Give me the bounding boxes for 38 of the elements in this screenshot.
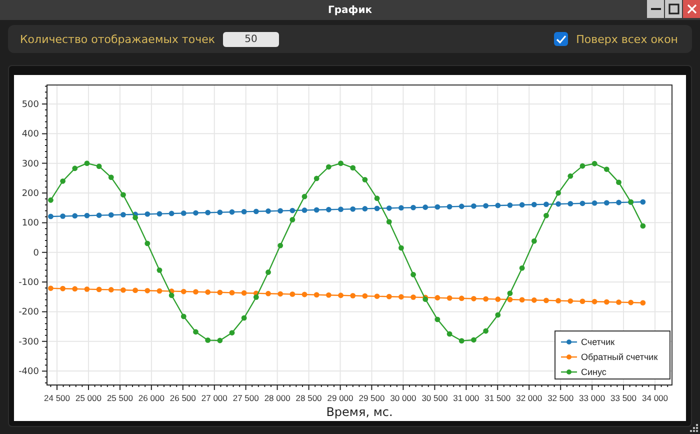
y-tick-label: -300 <box>18 337 39 348</box>
legend-label: Счетчик <box>581 337 615 347</box>
y-tick-label: 300 <box>22 159 39 170</box>
y-tick-label: -400 <box>18 367 39 378</box>
y-tick-label: 400 <box>22 130 39 140</box>
y-tick-label: -100 <box>18 278 39 288</box>
x-tick-label: 28 000 <box>264 393 290 403</box>
x-tick-label: 33 500 <box>610 393 637 403</box>
x-tick-label: 32 500 <box>548 393 574 403</box>
x-tick-label: 32 000 <box>516 393 542 403</box>
x-tick-label: 33 000 <box>579 393 606 403</box>
x-tick-label: 27 500 <box>232 393 259 403</box>
x-tick-label: 30 000 <box>390 393 416 403</box>
x-tick-label: 29 500 <box>358 393 385 403</box>
x-tick-label: 28 500 <box>296 393 322 403</box>
x-tick-label: 25 000 <box>75 393 102 403</box>
x-tick-label: 30 500 <box>422 393 448 403</box>
legend-label: Синус <box>581 367 606 377</box>
legend-label: Обратный счетчик <box>581 352 658 362</box>
x-tick-label: 31 000 <box>453 393 480 403</box>
y-tick-label: 500 <box>22 100 39 110</box>
x-tick-label: 31 500 <box>484 393 511 403</box>
y-tick-label: 100 <box>22 218 39 229</box>
x-tick-label: 29 000 <box>327 393 354 403</box>
points-input[interactable]: 50 <box>222 32 279 46</box>
y-tick-label: -200 <box>18 308 39 318</box>
topmost-label: Поверх всех окон <box>576 32 678 46</box>
points-label: Количество отображаемых точек <box>20 32 215 46</box>
window-title: График <box>328 4 372 16</box>
x-tick-label: 25 500 <box>106 393 133 403</box>
y-tick-label: 0 <box>33 248 39 258</box>
x-tick-label: 26 500 <box>170 393 196 403</box>
x-tick-label: 27 000 <box>201 393 228 403</box>
x-tick-label: 34 000 <box>642 393 668 403</box>
x-tick-label: 24 500 <box>44 393 70 403</box>
x-tick-label: 26 000 <box>138 393 164 403</box>
y-tick-label: 200 <box>22 189 39 199</box>
x-axis-title: Время, мс. <box>326 405 393 419</box>
